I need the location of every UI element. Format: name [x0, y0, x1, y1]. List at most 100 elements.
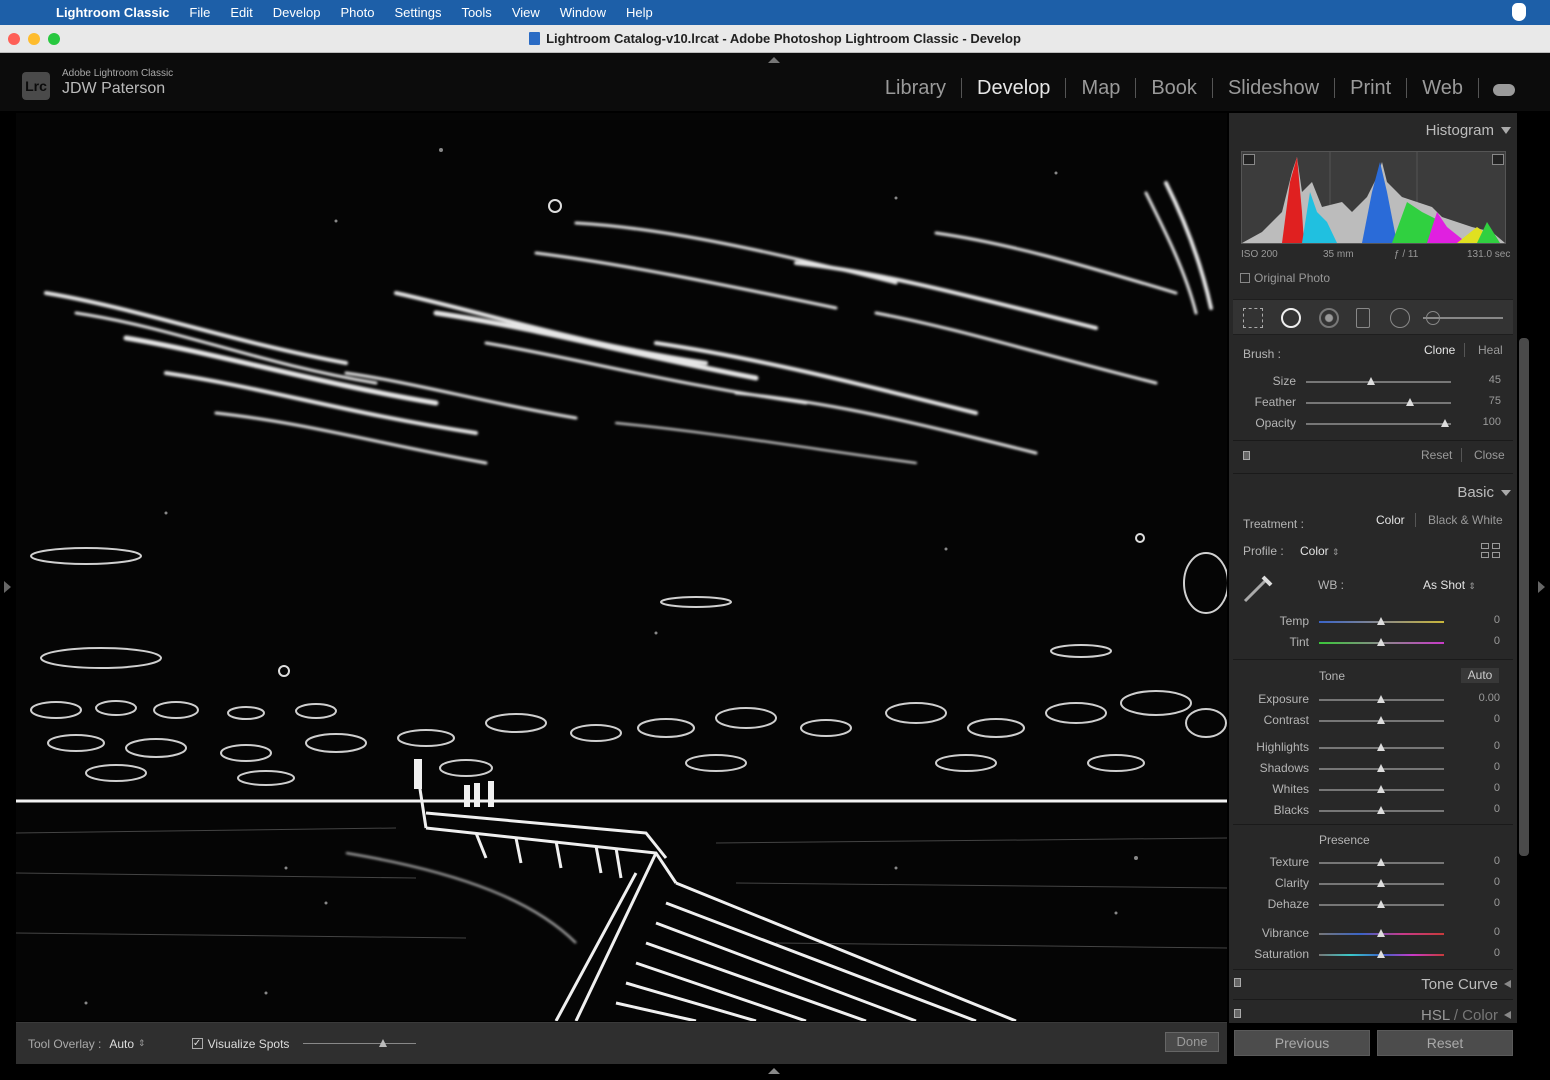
- texture-value[interactable]: 0: [1460, 855, 1500, 867]
- highlight-clipping-toggle[interactable]: [1492, 154, 1504, 165]
- feather-slider-thumb[interactable]: [1406, 398, 1415, 406]
- photo-canvas[interactable]: [16, 113, 1227, 1021]
- brush-reset-button[interactable]: Reset: [1421, 448, 1452, 462]
- close-window-button[interactable]: [8, 33, 20, 45]
- brush-mode-heal[interactable]: Heal: [1478, 343, 1503, 357]
- module-library[interactable]: Library: [870, 78, 963, 98]
- menu-app-name[interactable]: Lightroom Classic: [50, 5, 179, 20]
- wb-select[interactable]: As Shot ⇕: [1423, 578, 1476, 592]
- vibrance-slider-thumb[interactable]: [1377, 929, 1385, 937]
- done-button[interactable]: Done: [1165, 1032, 1219, 1052]
- vibrance-value[interactable]: 0: [1460, 926, 1500, 938]
- size-slider[interactable]: [1306, 381, 1451, 383]
- slider-thumb[interactable]: [378, 1039, 387, 1047]
- menu-view[interactable]: View: [502, 5, 550, 20]
- histogram[interactable]: [1241, 151, 1506, 244]
- whites-value[interactable]: 0: [1460, 782, 1500, 794]
- brush-mode-clone[interactable]: Clone: [1424, 343, 1455, 357]
- reset-button[interactable]: Reset: [1377, 1030, 1513, 1056]
- temp-value[interactable]: 0: [1460, 614, 1500, 626]
- shadows-value[interactable]: 0: [1460, 761, 1500, 773]
- right-panel-toggle-icon[interactable]: [1538, 581, 1545, 593]
- crop-overlay-icon[interactable]: [1243, 308, 1263, 328]
- dehaze-slider-thumb[interactable]: [1377, 900, 1385, 908]
- tone-curve-toggle-switch[interactable]: [1234, 978, 1241, 987]
- menu-develop[interactable]: Develop: [263, 5, 331, 20]
- saturation-value[interactable]: 0: [1460, 947, 1500, 959]
- feather-slider[interactable]: [1306, 402, 1451, 404]
- size-slider-thumb[interactable]: [1367, 377, 1376, 385]
- red-eye-icon[interactable]: [1319, 308, 1339, 328]
- menu-window[interactable]: Window: [550, 5, 616, 20]
- right-panel-scrollbar[interactable]: [1519, 338, 1529, 856]
- opacity-slider-thumb[interactable]: [1441, 419, 1450, 427]
- module-book[interactable]: Book: [1136, 78, 1213, 98]
- clarity-value[interactable]: 0: [1460, 876, 1500, 888]
- menu-tools[interactable]: Tools: [451, 5, 501, 20]
- contrast-value[interactable]: 0: [1460, 713, 1500, 725]
- graduated-filter-icon[interactable]: [1356, 308, 1370, 328]
- tint-slider-thumb[interactable]: [1377, 638, 1385, 646]
- previous-button[interactable]: Previous: [1234, 1030, 1370, 1056]
- contrast-slider-thumb[interactable]: [1377, 716, 1385, 724]
- menu-photo[interactable]: Photo: [330, 5, 384, 20]
- blacks-slider-thumb[interactable]: [1377, 806, 1385, 814]
- exposure-slider-thumb[interactable]: [1377, 695, 1385, 703]
- exposure-value[interactable]: 0.00: [1460, 692, 1500, 704]
- collapse-top-panel-icon[interactable]: [768, 57, 780, 63]
- whites-slider-thumb[interactable]: [1377, 785, 1385, 793]
- profile-browser-grid-icon[interactable]: [1481, 543, 1500, 559]
- opacity-value[interactable]: 100: [1461, 416, 1501, 428]
- basic-panel-header[interactable]: Basic: [1457, 484, 1511, 501]
- module-web[interactable]: Web: [1407, 78, 1479, 98]
- original-photo-toggle[interactable]: Original Photo: [1240, 271, 1330, 285]
- visualize-spots-checkbox[interactable]: ✓: [191, 1038, 203, 1049]
- zoom-window-button[interactable]: [48, 33, 60, 45]
- original-photo-checkbox[interactable]: [1240, 273, 1250, 283]
- profile-select[interactable]: Color ⇕: [1300, 544, 1340, 558]
- module-print[interactable]: Print: [1335, 78, 1408, 98]
- temp-slider-thumb[interactable]: [1377, 617, 1385, 625]
- hsl-panel-header[interactable]: HSL / Color: [1421, 1007, 1511, 1023]
- brush-close-button[interactable]: Close: [1474, 448, 1505, 462]
- auto-tone-button[interactable]: Auto: [1461, 668, 1499, 683]
- adjustment-brush-icon[interactable]: [1426, 311, 1440, 325]
- left-panel-toggle-icon[interactable]: [4, 581, 11, 593]
- tool-overlay-select[interactable]: Auto: [109, 1037, 134, 1051]
- visualize-threshold-slider[interactable]: [303, 1039, 417, 1047]
- tool-toggle-switch[interactable]: [1243, 451, 1250, 460]
- clarity-slider-thumb[interactable]: [1377, 879, 1385, 887]
- spot-removal-icon[interactable]: [1281, 308, 1301, 328]
- opacity-slider[interactable]: [1306, 423, 1451, 425]
- highlights-slider-thumb[interactable]: [1377, 743, 1385, 751]
- saturation-slider-thumb[interactable]: [1377, 950, 1385, 958]
- treatment-black-white[interactable]: Black & White: [1428, 513, 1503, 527]
- feather-value[interactable]: 75: [1461, 395, 1501, 407]
- size-value[interactable]: 45: [1461, 374, 1501, 386]
- histogram-header[interactable]: Histogram: [1426, 122, 1511, 139]
- module-map[interactable]: Map: [1066, 78, 1137, 98]
- module-slideshow[interactable]: Slideshow: [1213, 78, 1336, 98]
- treatment-color[interactable]: Color: [1376, 513, 1405, 527]
- blacks-value[interactable]: 0: [1460, 803, 1500, 815]
- hsl-toggle-switch[interactable]: [1234, 1009, 1241, 1018]
- menu-settings[interactable]: Settings: [384, 5, 451, 20]
- shadow-clipping-toggle[interactable]: [1243, 154, 1255, 165]
- collapse-filmstrip-icon[interactable]: [768, 1068, 780, 1074]
- cloud-sync-icon[interactable]: [1479, 82, 1530, 96]
- minimize-window-button[interactable]: [28, 33, 40, 45]
- status-shield-icon[interactable]: [1512, 3, 1526, 21]
- shadows-slider-thumb[interactable]: [1377, 764, 1385, 772]
- dehaze-value[interactable]: 0: [1460, 897, 1500, 909]
- tone-curve-panel-header[interactable]: Tone Curve: [1421, 976, 1511, 993]
- menu-help[interactable]: Help: [616, 5, 663, 20]
- radial-filter-icon[interactable]: [1390, 308, 1410, 328]
- texture-slider-thumb[interactable]: [1377, 858, 1385, 866]
- tint-value[interactable]: 0: [1460, 635, 1500, 647]
- profile-value: Color: [1300, 544, 1329, 558]
- menu-file[interactable]: File: [179, 5, 220, 20]
- white-balance-eyedropper-icon[interactable]: [1241, 571, 1275, 605]
- menu-edit[interactable]: Edit: [220, 5, 262, 20]
- highlights-value[interactable]: 0: [1460, 740, 1500, 752]
- module-develop[interactable]: Develop: [962, 78, 1067, 98]
